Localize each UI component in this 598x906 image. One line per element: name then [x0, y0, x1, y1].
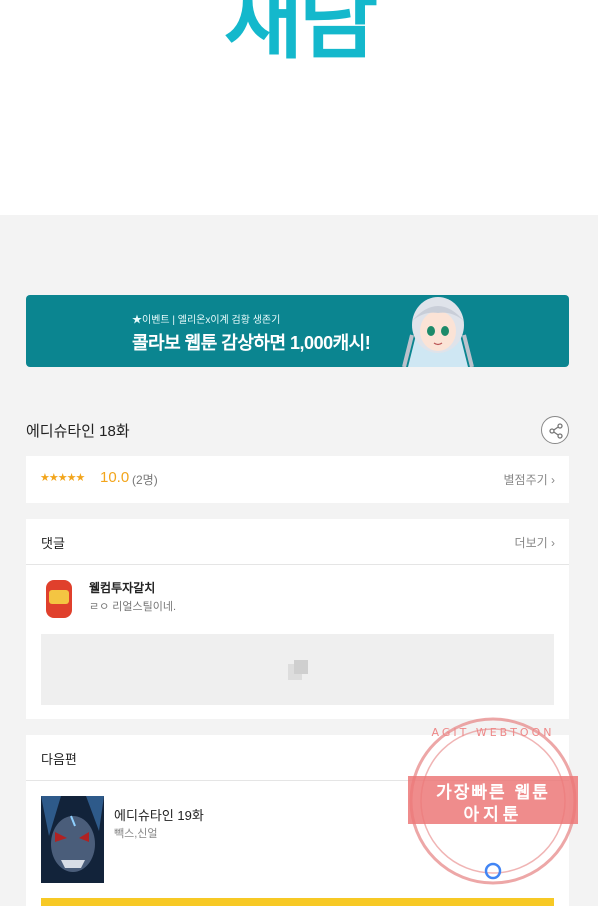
rating-card: ★★★★★ 10.0 (2명) 별점주기 ›: [26, 456, 569, 503]
banner-character-illustration: [402, 297, 474, 367]
next-episode-section-title: 다음편: [41, 752, 77, 767]
image-placeholder-icon: [288, 660, 308, 680]
comments-more-link[interactable]: 더보기 ›: [515, 534, 555, 551]
rating-voter-count: (2명): [132, 473, 158, 487]
site-logo[interactable]: 재담: [0, 0, 598, 64]
share-button[interactable]: [541, 416, 569, 444]
next-episode-thumbnail[interactable]: [41, 796, 104, 883]
comment-media-placeholder[interactable]: [41, 634, 554, 705]
next-episode-header: 다음편: [26, 735, 569, 781]
avatar: [46, 580, 72, 618]
top-logo-area: 재담: [0, 0, 598, 215]
event-banner[interactable]: ★이벤트 | 엘리온x이계 검황 생존기 콜라보 웹툰 감상하면 1,000캐시…: [26, 295, 569, 367]
episode-title: 에디슈타인 18화: [26, 423, 130, 440]
banner-headline: 콜라보 웹툰 감상하면 1,000캐시!: [132, 333, 371, 353]
comment-text: ㄹㅇ 리얼스틸이네.: [89, 601, 177, 613]
next-episode-author: 빽스,신얼: [114, 828, 158, 840]
watermark-top-text: AGIT WEBTOON: [431, 726, 555, 739]
watermark-line2: 아지툰: [463, 805, 523, 825]
rating-score: 10.0: [100, 469, 130, 486]
comments-title: 댓글: [41, 536, 65, 551]
comments-header: 댓글 더보기 ›: [26, 519, 569, 565]
comment-username[interactable]: 웰컴투자갈치: [89, 579, 155, 596]
rating-stars: ★★★★★: [40, 471, 85, 484]
comments-card: 댓글 더보기 › 웰컴투자갈치 ㄹㅇ 리얼스틸이네.: [26, 519, 569, 719]
rate-button[interactable]: 별점주기 ›: [504, 471, 556, 488]
episode-title-row: 에디슈타인 18화: [26, 414, 569, 446]
read-next-button[interactable]: [41, 898, 554, 906]
share-icon: [549, 423, 563, 439]
banner-subtitle: ★이벤트 | 엘리온x이계 검황 생존기: [132, 315, 281, 326]
next-episode-title[interactable]: 에디슈타인 19화: [114, 805, 204, 824]
